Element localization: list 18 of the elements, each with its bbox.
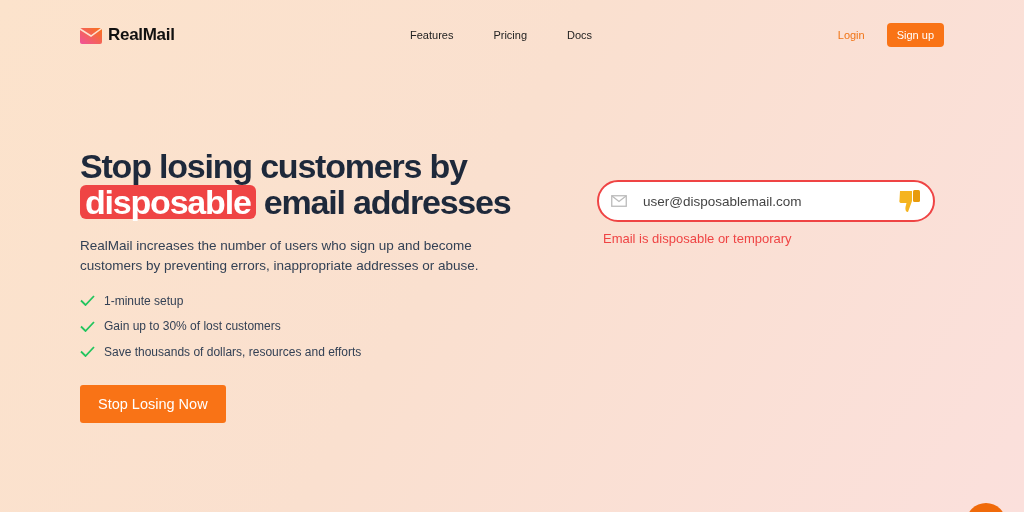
mail-icon	[611, 195, 627, 207]
feature-text: Gain up to 30% of lost customers	[104, 319, 281, 334]
envelope-logo-icon	[80, 26, 102, 44]
email-field[interactable]: user@disposablemail.com	[597, 180, 935, 222]
check-icon	[80, 295, 95, 307]
check-icon	[80, 320, 95, 332]
nav-link[interactable]: Features	[410, 29, 454, 41]
feature-text: Save thousands of dollars, resources and efforts	[104, 344, 362, 359]
description: RealMail increases the number of users who sign up and become customers by preventing errors, inappropriate addresses or abuse.	[80, 237, 480, 275]
error-message: Email is disposable or temporary	[603, 231, 793, 246]
email-input[interactable]: user@disposablemail.com	[641, 192, 883, 210]
headline: Stop losing customers by disposable email addresses	[80, 148, 512, 220]
nav-link[interactable]: Docs	[567, 29, 593, 41]
check-icon	[80, 346, 95, 358]
brand-name: RealMail	[108, 25, 175, 45]
feature-text: 1-minute setup	[104, 293, 184, 308]
nav-link[interactable]: Pricing	[493, 29, 528, 41]
thumbs-down-icon	[897, 188, 923, 214]
